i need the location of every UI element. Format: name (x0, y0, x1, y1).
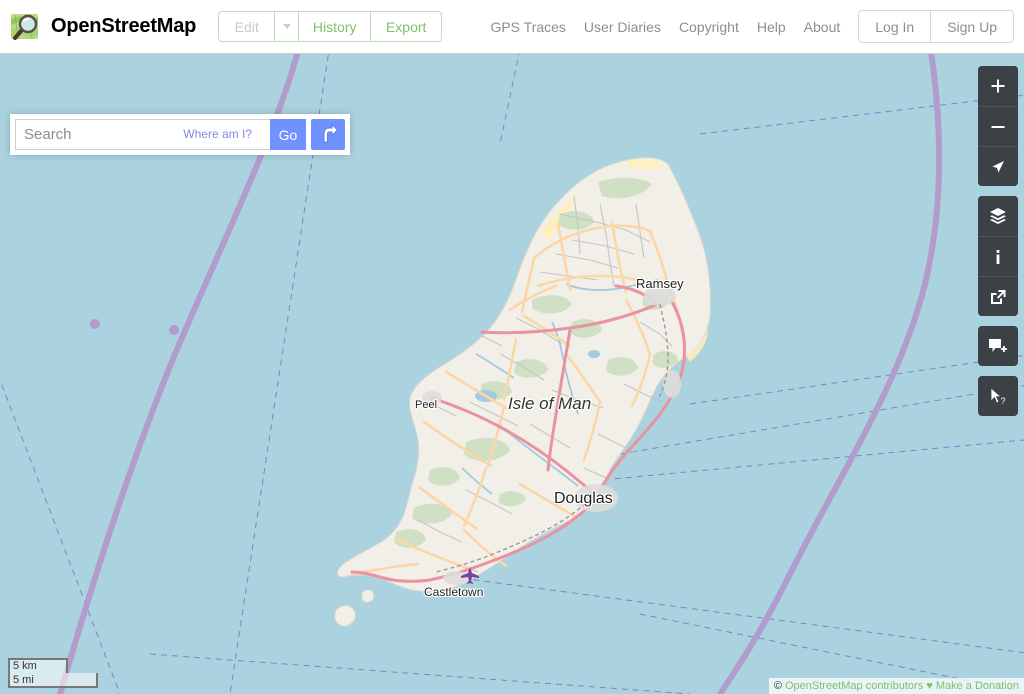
chevron-down-icon (282, 24, 291, 29)
map-canvas[interactable]: Isle of Man Douglas Ramsey Peel Castleto… (0, 54, 1024, 694)
nav-link-about[interactable]: About (804, 19, 841, 35)
locate-button[interactable] (978, 146, 1018, 186)
info-button[interactable] (978, 236, 1018, 276)
log-in-button[interactable]: Log In (858, 10, 931, 43)
directions-button[interactable] (311, 119, 345, 150)
site-header: OpenStreetMap Edit History Export GPS Tr… (0, 0, 1024, 54)
brand-title: OpenStreetMap (51, 15, 197, 37)
locate-arrow-icon (989, 158, 1007, 176)
primary-navigation: GPS Traces User Diaries Copyright Help A… (490, 10, 1024, 43)
editor-button-group: Edit History Export (218, 11, 443, 42)
nav-link-help[interactable]: Help (757, 19, 786, 35)
export-button[interactable]: Export (370, 11, 443, 42)
sign-up-button[interactable]: Sign Up (930, 10, 1014, 43)
nav-link-gps-traces[interactable]: GPS Traces (490, 19, 565, 35)
auth-button-group: Log In Sign Up (858, 10, 1014, 43)
search-panel: Where am I? Go (10, 114, 350, 155)
search-go-button[interactable]: Go (270, 119, 306, 150)
where-am-i-link[interactable]: Where am I? (179, 127, 252, 141)
query-cursor-icon: ? (988, 386, 1008, 406)
make-a-donation-link[interactable]: Make a Donation (936, 680, 1019, 692)
attribution-bar: © OpenStreetMap contributors ♥ Make a Do… (768, 678, 1024, 694)
zoom-control-group (978, 66, 1018, 186)
search-form: Where am I? Go (15, 119, 306, 150)
note-group (978, 326, 1018, 366)
edit-dropdown-button[interactable] (274, 11, 299, 42)
note-add-icon (988, 337, 1008, 355)
scale-bar: 5 km 5 mi (8, 658, 98, 688)
osm-magnifier-logo-icon (10, 11, 42, 43)
layers-stack-icon (989, 207, 1007, 225)
share-button[interactable] (978, 276, 1018, 316)
info-icon (990, 249, 1006, 265)
scale-mi-label: 5 mi (8, 673, 98, 688)
query-group: ? (978, 376, 1018, 416)
copyright-symbol: © (773, 680, 782, 692)
share-icon (989, 288, 1007, 306)
map-tools-group (978, 196, 1018, 316)
minus-icon (990, 119, 1006, 135)
directions-icon (317, 123, 339, 146)
query-button[interactable]: ? (978, 376, 1018, 416)
nav-link-copyright[interactable]: Copyright (679, 19, 739, 35)
zoom-out-button[interactable] (978, 106, 1018, 146)
map-controls: ? (978, 66, 1018, 426)
edit-button[interactable]: Edit (218, 11, 275, 42)
heart-icon: ♥ (926, 680, 933, 692)
plus-icon (990, 78, 1006, 94)
brand[interactable]: OpenStreetMap (10, 11, 196, 43)
history-button[interactable]: History (298, 11, 371, 42)
svg-text:?: ? (1001, 396, 1006, 406)
note-button[interactable] (978, 326, 1018, 366)
zoom-in-button[interactable] (978, 66, 1018, 106)
scale-km-label: 5 km (8, 658, 68, 673)
osm-contributors-link[interactable]: OpenStreetMap contributors (785, 680, 923, 692)
openstreetmap-page: OpenStreetMap Edit History Export GPS Tr… (0, 0, 1024, 694)
layers-button[interactable] (978, 196, 1018, 236)
nav-link-user-diaries[interactable]: User Diaries (584, 19, 661, 35)
